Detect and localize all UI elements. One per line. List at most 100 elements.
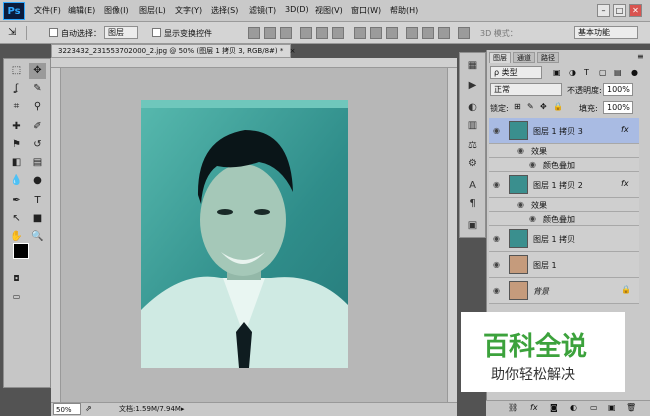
- zoom-tool-icon[interactable]: 🔍: [29, 229, 46, 245]
- effect-eye-icon[interactable]: ◉: [529, 160, 536, 169]
- lock-image-icon[interactable]: ✎: [527, 102, 534, 111]
- zoom-level[interactable]: 50%: [53, 403, 81, 415]
- menu-edit[interactable]: 编辑(E): [68, 5, 95, 16]
- add-style-icon[interactable]: fx: [530, 403, 538, 412]
- visibility-eye-icon[interactable]: ◉: [493, 286, 500, 295]
- close-button[interactable]: ✕: [629, 4, 642, 17]
- layer-row-copy3[interactable]: ◉ 图层 1 拷贝 3 fx: [489, 118, 639, 144]
- lock-transparent-icon[interactable]: ⊞: [514, 102, 521, 111]
- auto-select-dropdown[interactable]: 图层: [104, 26, 138, 39]
- panel-menu-icon[interactable]: ≡: [637, 52, 644, 61]
- eyedropper-tool-icon[interactable]: ⚲: [29, 99, 46, 115]
- layer-row-copy[interactable]: ◉ 图层 1 拷贝: [489, 226, 639, 252]
- transform-controls-checkbox[interactable]: [152, 28, 161, 37]
- layer-filter-dropdown[interactable]: ρ 类型: [490, 66, 542, 79]
- effects-eye-icon[interactable]: ◉: [517, 146, 524, 155]
- menu-select[interactable]: 选择(S): [211, 5, 238, 16]
- new-group-icon[interactable]: ▭: [590, 403, 598, 412]
- effect-eye-icon[interactable]: ◉: [529, 214, 536, 223]
- workspace-dropdown[interactable]: 基本功能: [574, 26, 638, 39]
- character-panel-icon[interactable]: A: [464, 179, 481, 193]
- menu-3d[interactable]: 3D(D): [285, 5, 309, 14]
- menu-help[interactable]: 帮助(H): [390, 5, 418, 16]
- tab-paths[interactable]: 路径: [537, 52, 559, 63]
- lock-all-icon[interactable]: 🔒: [553, 102, 563, 111]
- fill-input[interactable]: 100%: [603, 101, 633, 114]
- fx-icon[interactable]: fx: [621, 125, 629, 134]
- link-layers-icon[interactable]: ⛓: [508, 403, 518, 412]
- pen-tool-icon[interactable]: ✒: [8, 193, 25, 209]
- effects-row-copy3[interactable]: ◉ 效果: [489, 144, 639, 158]
- distribute-top-icon[interactable]: [354, 27, 366, 39]
- new-layer-icon[interactable]: ▣: [608, 403, 616, 412]
- screen-mode-icon[interactable]: ▭: [8, 289, 25, 305]
- maximize-button[interactable]: □: [613, 4, 626, 17]
- distribute-vcenter-icon[interactable]: [370, 27, 382, 39]
- filter-type-icon[interactable]: T: [584, 68, 589, 77]
- align-hcenter-icon[interactable]: [316, 27, 328, 39]
- menu-filter[interactable]: 滤镜(T): [249, 5, 276, 16]
- document-tab[interactable]: 3223432_231553702000_2.jpg @ 50% (图层 1 拷…: [51, 44, 295, 58]
- align-bottom-icon[interactable]: [280, 27, 292, 39]
- lock-position-icon[interactable]: ✥: [540, 102, 547, 111]
- fx-icon[interactable]: fx: [621, 179, 629, 188]
- dodge-tool-icon[interactable]: ●: [29, 173, 46, 189]
- rectangle-tool-icon[interactable]: ■: [29, 211, 46, 227]
- layer-comps-icon[interactable]: ▣: [464, 219, 481, 233]
- distribute-right-icon[interactable]: [438, 27, 450, 39]
- minimize-button[interactable]: –: [597, 4, 610, 17]
- paragraph-panel-icon[interactable]: ¶: [464, 197, 481, 211]
- move-tool-icon[interactable]: ✥: [29, 63, 46, 79]
- layer-row-copy2[interactable]: ◉ 图层 1 拷贝 2 fx: [489, 172, 639, 198]
- distribute-bottom-icon[interactable]: [386, 27, 398, 39]
- filter-toggle-icon[interactable]: ●: [631, 68, 638, 77]
- menu-image[interactable]: 图像(I): [104, 5, 129, 16]
- close-tab-icon[interactable]: ×: [290, 47, 296, 55]
- actions-play-icon[interactable]: ▶: [464, 79, 481, 93]
- document-image[interactable]: [141, 100, 348, 368]
- auto-select-checkbox[interactable]: [49, 28, 58, 37]
- brush-tool-icon[interactable]: ✐: [29, 119, 46, 135]
- menu-file[interactable]: 文件(F): [34, 5, 61, 16]
- export-icon[interactable]: ⇗: [85, 403, 92, 415]
- history-panel-icon[interactable]: ▦: [464, 59, 481, 73]
- menu-view[interactable]: 视图(V): [315, 5, 343, 16]
- vertical-scrollbar[interactable]: [447, 68, 457, 402]
- eraser-tool-icon[interactable]: ◧: [8, 155, 25, 171]
- align-vcenter-icon[interactable]: [264, 27, 276, 39]
- align-left-icon[interactable]: [300, 27, 312, 39]
- marquee-tool-icon[interactable]: ⬚: [8, 63, 25, 79]
- add-mask-icon[interactable]: ◙: [550, 403, 558, 412]
- auto-align-icon[interactable]: [458, 27, 470, 39]
- menu-window[interactable]: 窗口(W): [351, 5, 381, 16]
- clone-stamp-icon[interactable]: ⚑: [8, 137, 25, 153]
- visibility-eye-icon[interactable]: ◉: [493, 234, 500, 243]
- menu-type[interactable]: 文字(Y): [175, 5, 202, 16]
- color-panel-icon[interactable]: ◐: [464, 101, 481, 115]
- visibility-eye-icon[interactable]: ◉: [493, 260, 500, 269]
- effect-color-overlay-copy2[interactable]: ◉ 颜色叠加: [489, 212, 639, 226]
- align-top-icon[interactable]: [248, 27, 260, 39]
- styles-panel-icon[interactable]: ⚙: [464, 157, 481, 171]
- delete-layer-icon[interactable]: 🗑: [626, 403, 636, 412]
- effects-row-copy2[interactable]: ◉ 效果: [489, 198, 639, 212]
- visibility-eye-icon[interactable]: ◉: [493, 180, 500, 189]
- opacity-input[interactable]: 100%: [603, 83, 633, 96]
- lasso-tool-icon[interactable]: ʆ: [8, 81, 25, 97]
- quick-select-tool-icon[interactable]: ✎: [29, 81, 46, 97]
- visibility-eye-icon[interactable]: ◉: [493, 126, 500, 135]
- layer-row-background[interactable]: ◉ 背景 🔒: [489, 278, 639, 304]
- crop-tool-icon[interactable]: ⌗: [8, 99, 25, 115]
- quick-mask-icon[interactable]: ◘: [8, 271, 25, 287]
- blend-mode-dropdown[interactable]: 正常: [490, 83, 562, 96]
- menu-layer[interactable]: 图层(L): [139, 5, 166, 16]
- swatches-panel-icon[interactable]: ▥: [464, 119, 481, 133]
- gradient-tool-icon[interactable]: ▤: [29, 155, 46, 171]
- path-select-icon[interactable]: ↖: [8, 211, 25, 227]
- blur-tool-icon[interactable]: 💧: [8, 173, 25, 189]
- healing-brush-icon[interactable]: ✚: [8, 119, 25, 135]
- tab-channels[interactable]: 通道: [513, 52, 535, 63]
- adjustments-panel-icon[interactable]: ⚖: [464, 139, 481, 153]
- type-tool-icon[interactable]: T: [29, 193, 46, 209]
- new-adjustment-icon[interactable]: ◐: [570, 403, 577, 412]
